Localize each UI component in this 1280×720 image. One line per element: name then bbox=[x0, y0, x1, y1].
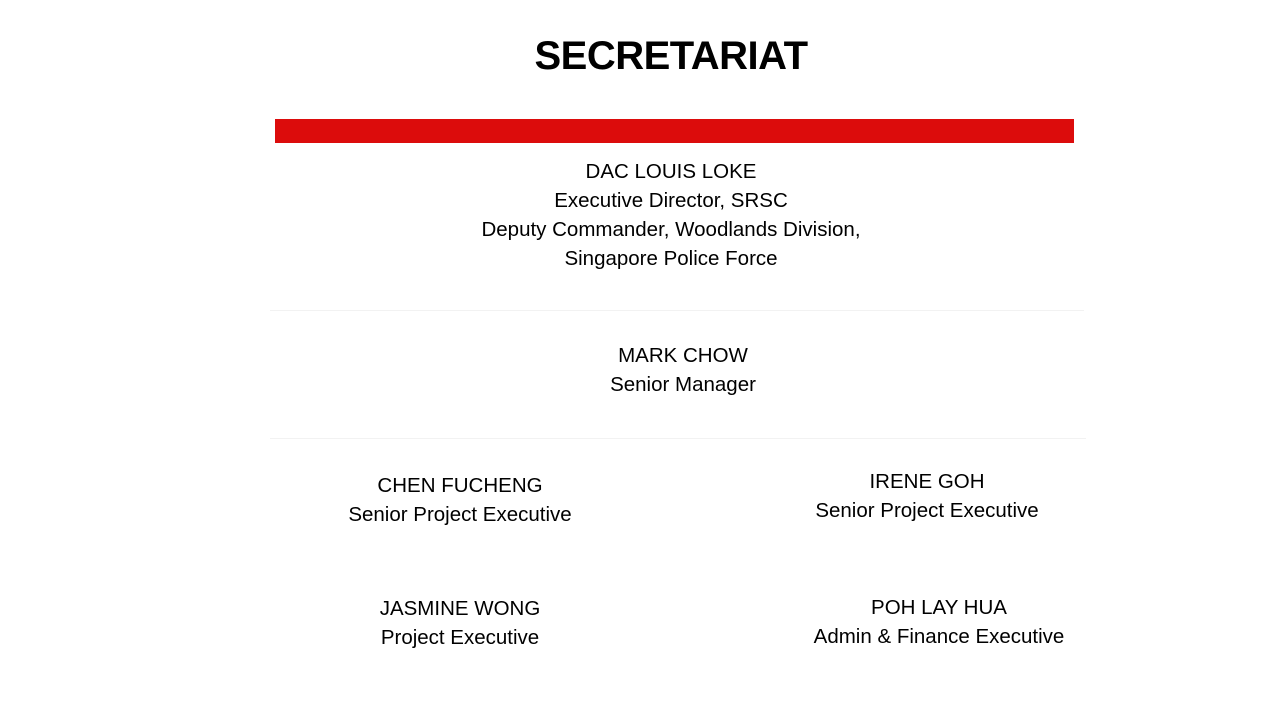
staff-name: JASMINE WONG bbox=[379, 597, 541, 620]
staff-role: Senior Project Executive bbox=[815, 499, 1039, 522]
staff-role: Admin & Finance Executive bbox=[813, 625, 1065, 648]
director-title-line-1: Executive Director, SRSC bbox=[554, 189, 788, 212]
staff-role: Project Executive bbox=[380, 626, 540, 649]
manager-block: MARK CHOW Senior Manager bbox=[483, 341, 883, 399]
staff-name: CHEN FUCHENG bbox=[377, 474, 543, 497]
staff-card: IRENE GOH Senior Project Executive bbox=[777, 467, 1077, 525]
staff-card: POH LAY HUA Admin & Finance Executive bbox=[789, 593, 1089, 651]
title-accent-bar bbox=[275, 119, 1074, 143]
staff-name: IRENE GOH bbox=[869, 470, 985, 493]
divider bbox=[270, 438, 1086, 439]
staff-role: Senior Project Executive bbox=[348, 503, 572, 526]
staff-name: POH LAY HUA bbox=[871, 596, 1007, 619]
director-title-line-3: Singapore Police Force bbox=[564, 247, 778, 270]
director-title-line-2: Deputy Commander, Woodlands Division, bbox=[481, 218, 861, 241]
director-block: DAC LOUIS LOKE Executive Director, SRSC … bbox=[371, 157, 971, 273]
slide-title: SECRETARIAT bbox=[534, 34, 808, 78]
staff-card: CHEN FUCHENG Senior Project Executive bbox=[310, 471, 610, 529]
director-name: DAC LOUIS LOKE bbox=[585, 160, 757, 183]
slide: SECRETARIAT DAC LOUIS LOKE Executive Dir… bbox=[0, 0, 1280, 720]
divider bbox=[270, 310, 1084, 311]
staff-card: JASMINE WONG Project Executive bbox=[310, 594, 610, 652]
manager-name: MARK CHOW bbox=[618, 344, 748, 367]
manager-role: Senior Manager bbox=[610, 373, 756, 396]
